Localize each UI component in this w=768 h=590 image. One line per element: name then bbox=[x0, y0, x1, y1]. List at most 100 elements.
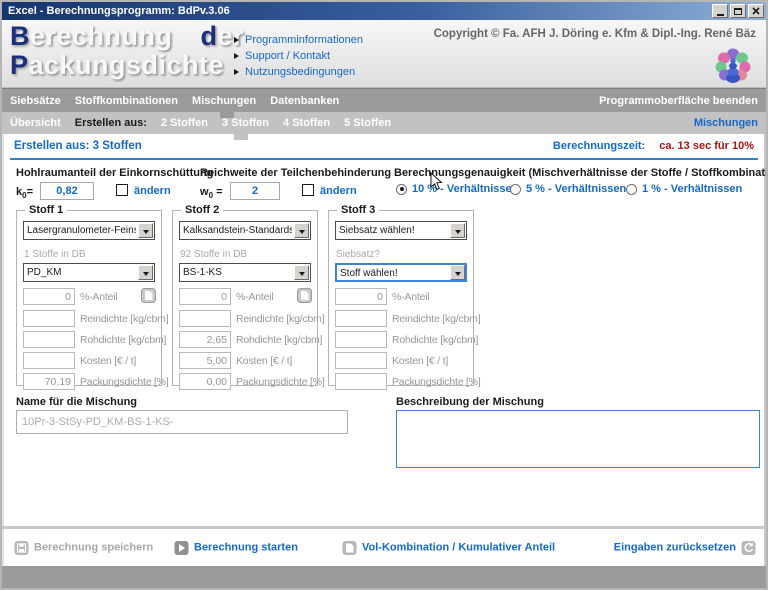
reset-button[interactable]: Eingaben zurücksetzen bbox=[614, 540, 756, 555]
mischung-name-input[interactable] bbox=[16, 410, 348, 434]
stoff3-kosten-label: Kosten [€ / t] bbox=[392, 355, 448, 367]
submenu-item-4-stoffen[interactable]: 4 Stoffen bbox=[283, 117, 330, 129]
vol-kombination-button[interactable]: Vol-Kombination / Kumulativer Anteil bbox=[342, 540, 555, 555]
stoff2-packungsdichte-input[interactable] bbox=[179, 373, 231, 390]
link-support-kontakt[interactable]: Support / Kontakt bbox=[234, 48, 363, 64]
window-titlebar[interactable]: Excel - Berechnungsprogramm: BdPv.3.06 bbox=[2, 2, 766, 20]
menu-item-datenbanken[interactable]: Datenbanken bbox=[270, 95, 339, 107]
chevron-down-icon[interactable] bbox=[294, 265, 309, 280]
stoff1-kosten-input[interactable] bbox=[23, 352, 75, 369]
save-button[interactable]: Berechnung speichern bbox=[14, 540, 153, 555]
active-menu-indicator bbox=[220, 110, 234, 118]
submenu-item-5-stoffen[interactable]: 5 Stoffen bbox=[344, 117, 391, 129]
menu-item-siebsaetze[interactable]: Siebsätze bbox=[10, 95, 61, 107]
hohlraum-title: Hohlraumanteil der Einkornschüttung bbox=[16, 167, 213, 179]
menu-item-beenden[interactable]: Programmoberfläche beenden bbox=[599, 95, 758, 107]
chevron-down-icon[interactable] bbox=[450, 223, 465, 238]
stoff3-anteil-input[interactable] bbox=[335, 288, 387, 305]
stoff2-siebsatz-select[interactable]: Kalksandstein-Standardsiebsatz bbox=[179, 221, 311, 240]
minimize-icon bbox=[717, 14, 724, 16]
sub-menu: Übersicht Erstellen aus: 2 Stoffen 3 Sto… bbox=[2, 112, 766, 134]
start-button[interactable]: Berechnung starten bbox=[174, 540, 298, 555]
stoff2-anteil-input[interactable] bbox=[179, 288, 231, 305]
undo-icon bbox=[741, 540, 756, 555]
stoff2-stoff-select[interactable]: BS-1-KS bbox=[179, 263, 311, 282]
stoff2-kosten-input[interactable] bbox=[179, 352, 231, 369]
logo-line-1: Berechnungder bbox=[10, 22, 244, 51]
stoff2-panel: Stoff 2 Kalksandstein-Standardsiebsatz 9… bbox=[172, 210, 318, 386]
pin-value-button[interactable] bbox=[297, 288, 312, 303]
pin-value-button[interactable] bbox=[141, 288, 156, 303]
page-title: Erstellen aus: 3 Stoffen bbox=[14, 140, 142, 152]
chevron-down-icon[interactable] bbox=[294, 223, 309, 238]
stoff3-stoff-select[interactable]: Stoff wählen! bbox=[335, 263, 467, 282]
stoff1-anteil-label: %-Anteil bbox=[80, 291, 118, 303]
submenu-item-2-stoffen[interactable]: 2 Stoffen bbox=[161, 117, 208, 129]
k0-aendern-checkbox[interactable] bbox=[116, 184, 128, 196]
close-icon bbox=[752, 7, 760, 15]
stoff3-db-info: Siebsatz? bbox=[336, 249, 380, 260]
stoff3-legend: Stoff 3 bbox=[337, 204, 379, 216]
radio-icon[interactable] bbox=[396, 184, 407, 195]
calc-time-value: ca. 13 sec für 10% bbox=[659, 140, 754, 152]
stoff3-kosten-input[interactable] bbox=[335, 352, 387, 369]
stoff3-reindichte-input[interactable] bbox=[335, 310, 387, 327]
k0-input[interactable] bbox=[40, 182, 94, 200]
stoff3-rohdichte-input[interactable] bbox=[335, 331, 387, 348]
stoff2-rohdichte-label: Rohdichte [kg/cbm] bbox=[236, 334, 322, 346]
stoff1-siebsatz-select[interactable]: Lasergranulometer-Feinsiebsatz bbox=[23, 221, 155, 240]
save-icon bbox=[14, 540, 29, 555]
w0-input[interactable] bbox=[230, 182, 280, 200]
stoff1-kosten-label: Kosten [€ / t] bbox=[80, 355, 136, 367]
title-underline bbox=[10, 158, 758, 160]
radio-5-prozent[interactable]: 5 % - Verhältnissen bbox=[510, 183, 626, 195]
stoff1-rohdichte-input[interactable] bbox=[23, 331, 75, 348]
stoff1-packungsdichte-input[interactable] bbox=[23, 373, 75, 390]
menu-item-stoffkombinationen[interactable]: Stoffkombinationen bbox=[75, 95, 178, 107]
minimize-button[interactable] bbox=[712, 4, 728, 18]
main-menu: Siebsätze Stoffkombinationen Mischungen … bbox=[2, 88, 766, 112]
maximize-button[interactable] bbox=[730, 4, 746, 18]
play-icon bbox=[174, 540, 189, 555]
stoff1-stoff-select[interactable]: PD_KM bbox=[23, 263, 155, 282]
stoff3-packungsdichte-input[interactable] bbox=[335, 373, 387, 390]
stoff2-reindichte-input[interactable] bbox=[179, 310, 231, 327]
stoff1-reindichte-label: Reindichte [kg/cbm] bbox=[80, 313, 168, 325]
menu-item-mischungen[interactable]: Mischungen bbox=[192, 95, 256, 107]
stoff1-db-info: 1 Stoffe in DB bbox=[24, 249, 86, 260]
stoff3-siebsatz-select[interactable]: Siebsatz wählen! bbox=[335, 221, 467, 240]
submenu-item-uebersicht[interactable]: Übersicht bbox=[10, 117, 61, 129]
stoff2-kosten-label: Kosten [€ / t] bbox=[236, 355, 292, 367]
radio-1-prozent[interactable]: 1 % - Verhältnissen bbox=[626, 183, 742, 195]
link-programminformationen[interactable]: Programminformationen bbox=[234, 32, 363, 48]
chevron-down-icon[interactable] bbox=[138, 223, 153, 238]
radio-icon[interactable] bbox=[626, 184, 637, 195]
stoff2-rohdichte-input[interactable] bbox=[179, 331, 231, 348]
stoff3-panel: Stoff 3 Siebsatz wählen! Siebsatz? Stoff… bbox=[328, 210, 474, 386]
w0-aendern-label[interactable]: ändern bbox=[320, 185, 357, 197]
radio-10-prozent[interactable]: 10 % - Verhältnissen bbox=[396, 183, 518, 195]
chevron-down-icon[interactable] bbox=[138, 265, 153, 280]
reichweite-title: Reichweite der Teilchenbehinderung bbox=[200, 167, 391, 179]
chevron-down-icon[interactable] bbox=[450, 265, 465, 280]
w0-aendern-checkbox[interactable] bbox=[302, 184, 314, 196]
stoff3-rohdichte-label: Rohdichte [kg/cbm] bbox=[392, 334, 478, 346]
active-submenu-indicator bbox=[234, 132, 248, 140]
stoff1-anteil-input[interactable] bbox=[23, 288, 75, 305]
calc-time-label: Berechnungszeit: bbox=[553, 140, 645, 152]
stoff3-reindichte-label: Reindichte [kg/cbm] bbox=[392, 313, 480, 325]
copyright-text: Copyright © Fa. AFH J. Döring e. Kfm & D… bbox=[434, 28, 756, 40]
main-content: Erstellen aus: 3 Stoffen Berechnungszeit… bbox=[2, 134, 766, 526]
link-nutzungsbedingungen[interactable]: Nutzungsbedingungen bbox=[234, 64, 363, 80]
header-links: Programminformationen Support / Kontakt … bbox=[234, 32, 363, 80]
k0-aendern-label[interactable]: ändern bbox=[134, 185, 171, 197]
radio-icon[interactable] bbox=[510, 184, 521, 195]
arrow-right-icon bbox=[234, 69, 239, 75]
document-icon bbox=[342, 540, 357, 555]
submenu-item-3-stoffen[interactable]: 3 Stoffen bbox=[222, 117, 269, 129]
stoff1-rohdichte-label: Rohdichte [kg/cbm] bbox=[80, 334, 166, 346]
stoff2-reindichte-label: Reindichte [kg/cbm] bbox=[236, 313, 324, 325]
stoff1-reindichte-input[interactable] bbox=[23, 310, 75, 327]
close-button[interactable] bbox=[748, 4, 764, 18]
mischung-desc-textarea[interactable] bbox=[396, 410, 760, 468]
